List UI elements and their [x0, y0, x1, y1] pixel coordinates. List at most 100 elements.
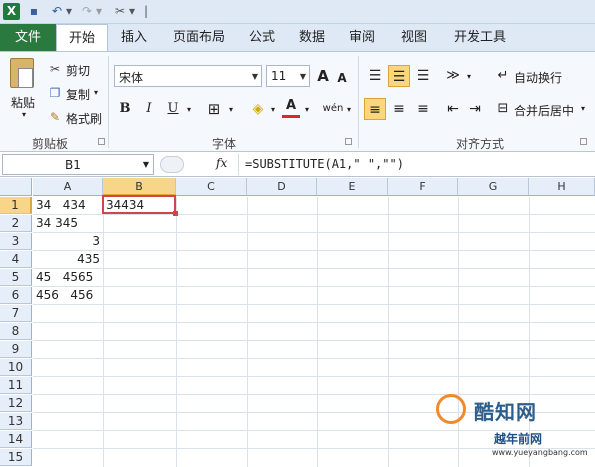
align-bottom-icon[interactable]: ☰	[412, 65, 434, 87]
copy-button[interactable]: 复制	[66, 86, 90, 103]
cell-a4[interactable]: 435	[36, 251, 100, 268]
undo-dropdown-icon[interactable]: ▾	[65, 3, 73, 20]
formula-value: =SUBSTITUTE(A1," ","")	[245, 157, 404, 171]
tab-page-layout[interactable]: 页面布局	[164, 24, 234, 51]
column-header-d[interactable]: D	[247, 178, 317, 196]
row-header[interactable]: 2	[0, 215, 32, 232]
fill-color-icon[interactable]: ◈	[248, 98, 268, 120]
cut-icon[interactable]: ✂	[48, 62, 62, 76]
orientation-dropdown-icon[interactable]: ▾	[464, 66, 474, 88]
row-header[interactable]: 13	[0, 413, 32, 430]
cell-a3[interactable]: 3	[36, 233, 100, 250]
borders-icon[interactable]: ⊞	[204, 98, 224, 120]
align-middle-icon[interactable]: ☰	[388, 65, 410, 87]
column-header-f[interactable]: F	[388, 178, 458, 196]
row-header[interactable]: 12	[0, 395, 32, 412]
name-box[interactable]: B1 ▼	[2, 154, 154, 175]
increase-indent-icon[interactable]: ⇥	[464, 98, 486, 120]
underline-dropdown-icon[interactable]: ▾	[184, 99, 194, 121]
cell-a5[interactable]: 45 4565	[36, 269, 93, 286]
format-painter-button[interactable]: 格式刷	[66, 110, 102, 127]
phonetic-icon[interactable]: wén	[322, 98, 344, 120]
copy-dropdown-icon[interactable]: ▾	[94, 88, 98, 97]
customize-toolbar-icon[interactable]: |	[142, 3, 150, 20]
tab-insert[interactable]: 插入	[112, 24, 156, 51]
cell-a1[interactable]: 34 434	[36, 197, 86, 214]
column-header-b[interactable]: B	[103, 178, 176, 196]
phonetic-dropdown-icon[interactable]: ▾	[344, 99, 354, 121]
watermark-url: www.yueyangbang.com	[492, 448, 588, 457]
formula-bar-resize-handle[interactable]	[160, 156, 184, 173]
align-left-icon[interactable]: ≡	[364, 98, 386, 120]
underline-button[interactable]: U	[164, 98, 182, 120]
active-cell-border[interactable]	[102, 195, 178, 216]
insert-function-icon[interactable]: fx	[216, 156, 227, 170]
font-name-select[interactable]: 宋体 ▼	[114, 65, 262, 87]
row-header[interactable]: 6	[0, 287, 32, 304]
merge-center-button[interactable]: 合并后居中	[514, 102, 574, 119]
save-icon[interactable]: ▪	[26, 3, 42, 20]
format-painter-icon[interactable]: ✎	[48, 110, 62, 124]
font-launcher-icon[interactable]	[345, 138, 352, 145]
column-header-a[interactable]: A	[33, 178, 103, 196]
tools-icon[interactable]: ✂	[112, 3, 128, 20]
gridline	[33, 358, 595, 359]
tab-formulas[interactable]: 公式	[240, 24, 284, 51]
align-top-icon[interactable]: ☰	[364, 65, 386, 87]
tab-review[interactable]: 审阅	[340, 24, 384, 51]
tab-developer[interactable]: 开发工具	[446, 24, 514, 51]
row-header[interactable]: 1	[0, 197, 32, 214]
bold-button[interactable]: B	[116, 98, 134, 120]
shrink-font-button[interactable]: A	[334, 67, 350, 89]
select-all-corner[interactable]	[0, 178, 32, 196]
row-header[interactable]: 4	[0, 251, 32, 268]
formula-input[interactable]: =SUBSTITUTE(A1," ","")	[238, 154, 595, 175]
merge-center-icon[interactable]: ⊟	[496, 98, 510, 120]
column-header-c[interactable]: C	[176, 178, 247, 196]
excel-logo-icon[interactable]: X	[3, 3, 20, 20]
font-color-dropdown-icon[interactable]: ▾	[302, 99, 312, 121]
column-header-h[interactable]: H	[529, 178, 595, 196]
italic-button[interactable]: I	[140, 98, 158, 120]
alignment-launcher-icon[interactable]	[580, 138, 587, 145]
tools-dropdown-icon[interactable]: ▾	[128, 3, 136, 20]
merge-dropdown-icon[interactable]: ▾	[581, 104, 585, 113]
font-size-select[interactable]: 11 ▼	[266, 65, 310, 87]
cell-a2[interactable]: 34 345	[36, 215, 78, 232]
cell-a6[interactable]: 456 456	[36, 287, 93, 304]
tab-data[interactable]: 数据	[290, 24, 334, 51]
align-right-icon[interactable]: ≡	[412, 98, 434, 120]
borders-dropdown-icon[interactable]: ▾	[226, 99, 236, 121]
row-header[interactable]: 14	[0, 431, 32, 448]
redo-icon[interactable]: ↷	[80, 3, 94, 20]
wrap-text-icon[interactable]: ↵	[496, 65, 510, 87]
row-header[interactable]: 5	[0, 269, 32, 286]
copy-icon[interactable]: ❐	[48, 86, 62, 100]
tab-file[interactable]: 文件	[0, 24, 56, 51]
grow-font-button[interactable]: A	[314, 65, 332, 87]
row-header[interactable]: 9	[0, 341, 32, 358]
tab-view[interactable]: 视图	[392, 24, 436, 51]
cut-button[interactable]: 剪切	[66, 62, 90, 79]
row-header[interactable]: 8	[0, 323, 32, 340]
row-header[interactable]: 11	[0, 377, 32, 394]
paste-button[interactable]: 粘贴	[11, 94, 35, 111]
fill-color-dropdown-icon[interactable]: ▾	[268, 99, 278, 121]
decrease-indent-icon[interactable]: ⇤	[442, 98, 464, 120]
column-header-e[interactable]: E	[317, 178, 388, 196]
row-header[interactable]: 3	[0, 233, 32, 250]
row-header[interactable]: 15	[0, 449, 32, 466]
row-header[interactable]: 7	[0, 305, 32, 322]
row-header[interactable]: 10	[0, 359, 32, 376]
paste-dropdown-icon[interactable]: ▾	[22, 110, 26, 119]
paste-icon[interactable]	[10, 58, 34, 88]
undo-icon[interactable]: ↶	[50, 3, 64, 20]
orientation-icon[interactable]: ≫	[442, 65, 464, 87]
font-color-icon[interactable]: A	[282, 96, 300, 118]
column-header-g[interactable]: G	[458, 178, 529, 196]
wrap-text-button[interactable]: 自动换行	[514, 69, 562, 86]
tab-home[interactable]: 开始	[56, 24, 108, 52]
redo-dropdown-icon[interactable]: ▾	[95, 3, 103, 20]
align-center-icon[interactable]: ≡	[388, 98, 410, 120]
clipboard-launcher-icon[interactable]	[98, 138, 105, 145]
